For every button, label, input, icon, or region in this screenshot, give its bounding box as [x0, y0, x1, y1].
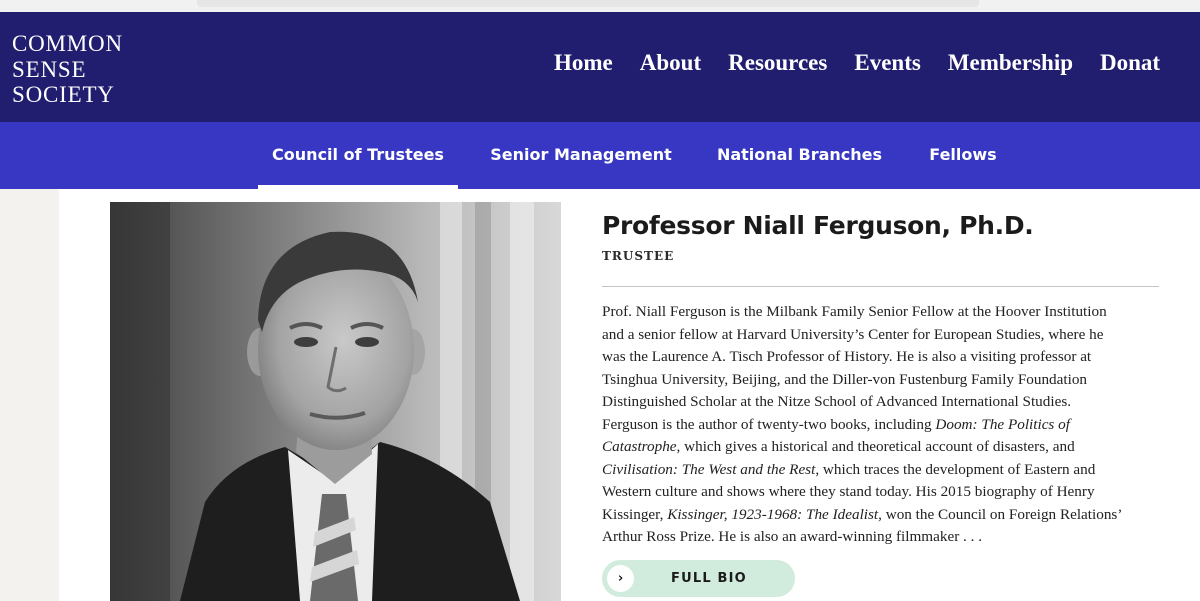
bio-line: Western culture and shows where they sta… [602, 481, 1162, 504]
bio-text: , which traces the development of Easter… [815, 460, 1096, 478]
site-header: COMMON SENSE SOCIETY Home About Resources E… [0, 12, 1200, 122]
bio-text: Ferguson is the author of twenty-two boo… [602, 415, 936, 433]
bio-line: was the Laurence A. Tisch Professor of H… [602, 346, 1162, 369]
bio-text: Arthur Ross Prize. He is also an award-w… [602, 528, 983, 545]
logo-line: SOCIETY [12, 82, 115, 107]
bio-title-italic: Catastrophe [602, 438, 677, 455]
chevron-right-icon: › [607, 565, 634, 592]
bio-line: Distinguished Scholar at the Nitze Schoo… [602, 391, 1162, 414]
bio-text: , which gives a historical and theoretic… [676, 438, 1075, 455]
nav-home[interactable]: Home [554, 50, 613, 76]
full-bio-label: FULL BIO [671, 571, 747, 586]
bio-line: and a senior fellow at Harvard Universit… [602, 324, 1162, 347]
nav-resources[interactable]: Resources [728, 50, 827, 76]
bio-text: Tsinghua University, Beijing, and the Di… [602, 370, 1088, 388]
bio-line: Arthur Ross Prize. He is also an award-w… [602, 526, 1162, 549]
tab-council-of-trustees[interactable]: Council of Trustees [258, 122, 458, 189]
bio-line: Catastrophe, which gives a historical an… [602, 436, 1162, 459]
bio-text: Western culture and shows where they sta… [602, 483, 1095, 500]
address-bar[interactable] [197, 0, 979, 7]
portrait-photo [110, 202, 561, 601]
main-nav: Home About Resources Events Membership Donat [554, 50, 1187, 76]
bio-text: was the Laurence A. Tisch Professor of H… [602, 348, 1092, 365]
bio-line: Kissinger, Kissinger, 1923-1968: The Ide… [602, 504, 1162, 527]
bio-line: Tsinghua University, Beijing, and the Di… [602, 369, 1162, 392]
bio-title-italic: Civilisation: The West and the Rest [602, 460, 816, 478]
bio-line: Prof. Niall Ferguson is the Milbank Fami… [602, 301, 1162, 324]
full-bio-button[interactable]: › FULL BIO [602, 560, 795, 597]
tab-national-branches[interactable]: National Branches [711, 122, 888, 189]
bio-text: Kissinger, [602, 505, 668, 523]
logo-line: SENSE [12, 56, 87, 82]
bio-text: Prof. Niall Ferguson is the Milbank Fami… [602, 303, 1107, 320]
logo-line: COMMON [12, 31, 123, 56]
profile-name: Professor Niall Ferguson, Ph.D. [602, 211, 1034, 240]
bio-text: Distinguished Scholar at the Nitze Schoo… [602, 393, 1072, 410]
bio-line: Ferguson is the author of twenty-two boo… [602, 414, 1162, 437]
bio-line: Civilisation: The West and the Rest, whi… [602, 459, 1162, 482]
browser-chrome-strip [0, 0, 1200, 12]
profile-role: TRUSTEE [602, 249, 675, 263]
bio-text: and a senior fellow at Harvard Universit… [602, 325, 1104, 343]
tab-senior-management[interactable]: Senior Management [484, 122, 678, 189]
bio-text: , won the Council on Foreign Relations’ [878, 505, 1123, 523]
site-logo[interactable]: COMMON SENSE SOCIETY [12, 31, 123, 108]
nav-about[interactable]: About [640, 50, 701, 76]
profile-bio: Prof. Niall Ferguson is the Milbank Fami… [602, 301, 1162, 549]
page-gutter [0, 189, 59, 601]
sub-nav: Council of Trustees Senior Management Na… [0, 122, 1200, 189]
tab-fellows[interactable]: Fellows [922, 122, 1004, 189]
nav-donate[interactable]: Donat [1100, 50, 1160, 76]
bio-title-italic: Kissinger, 1923-1968: The Idealist [667, 505, 879, 523]
bio-title-italic: Doom: The Politics of [935, 415, 1070, 433]
nav-events[interactable]: Events [854, 50, 920, 76]
nav-membership[interactable]: Membership [948, 50, 1073, 76]
divider [602, 286, 1159, 287]
